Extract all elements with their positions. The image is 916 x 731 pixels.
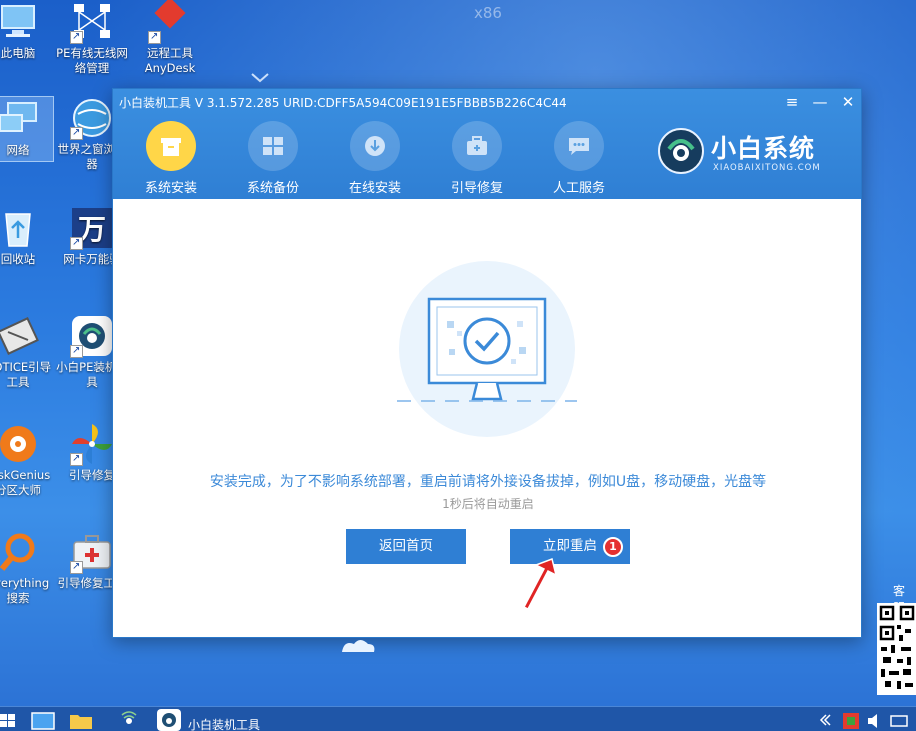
desktop-icon-network[interactable]: 网络	[0, 96, 54, 162]
xiaobai-logo-icon	[70, 314, 114, 358]
tab-label: 人工服务	[552, 181, 605, 196]
window-title: 小白装机工具 V 3.1.572.285 URID:CDFF5A594C09E1…	[119, 96, 567, 110]
anydesk-icon	[148, 0, 192, 44]
toolbox-icon	[452, 121, 502, 171]
start-icon[interactable]	[0, 709, 16, 731]
step-badge: 1	[603, 537, 623, 557]
cloud-icon	[342, 640, 375, 652]
brand-name: 小白系统	[711, 134, 816, 163]
qr-code-icon[interactable]	[877, 603, 916, 695]
tab-system-install[interactable]: 系统安装	[131, 121, 211, 196]
tab-label: 系统备份	[246, 181, 299, 196]
brand-subtitle: XIAOBAIXITONG.COM	[713, 163, 821, 173]
desktop-icon-recycle-bin[interactable]: 回收站	[0, 206, 54, 267]
desktop-icon-label: NOTICE引导工具	[0, 360, 52, 389]
desktop-icon-this-pc[interactable]: 此电脑	[0, 0, 54, 61]
tray-app-icon[interactable]	[842, 709, 860, 731]
brand: 小白系统 XIAOBAIXITONG.COM	[657, 127, 857, 177]
install-complete-illustration	[397, 261, 577, 437]
tab-boot-repair[interactable]: 引导修复	[437, 121, 517, 196]
first-aid-kit-icon	[70, 530, 114, 574]
return-home-button[interactable]: 返回首页	[346, 529, 466, 564]
computer-icon	[0, 0, 40, 44]
desktop-icon-label: 此电脑	[0, 46, 36, 60]
installer-window: 小白装机工具 V 3.1.572.285 URID:CDFF5A594C09E1…	[112, 88, 862, 638]
box-icon	[146, 121, 196, 171]
desktop-icon-label: 回收站	[0, 252, 36, 266]
network-topology-icon	[70, 0, 114, 44]
tab-label: 系统安装	[144, 181, 197, 196]
xiaobai-taskbar-icon[interactable]	[156, 709, 182, 731]
network-icon	[0, 97, 40, 141]
tray-expand-icon[interactable]	[818, 709, 832, 731]
pointer-arrow-icon	[522, 558, 558, 610]
desktop-icon-diskgenius[interactable]: DiskGenius分区大师	[0, 422, 54, 498]
volume-icon[interactable]	[866, 709, 884, 731]
globe-icon	[70, 96, 114, 140]
wan-icon: 万	[70, 206, 114, 250]
bootice-icon	[0, 314, 40, 358]
desktop-icon-label: DiskGenius分区大师	[0, 468, 51, 497]
desktop-icon-anydesk[interactable]: 远程工具AnyDesk	[134, 0, 206, 76]
chevron-down-icon	[251, 73, 269, 83]
taskbar	[0, 706, 916, 731]
chat-icon	[554, 121, 604, 171]
tab-system-backup[interactable]: 系统备份	[233, 121, 313, 196]
keyboard-icon[interactable]	[890, 709, 908, 731]
download-icon	[350, 121, 400, 171]
taskbar-app-label[interactable]: 小白装机工具	[188, 716, 260, 731]
desktop-icon[interactable]	[30, 709, 56, 731]
desktop-icon-network-manager[interactable]: PE有线无线网络管理	[56, 0, 128, 76]
minimize-button[interactable]: —	[809, 93, 831, 111]
network-manager-icon[interactable]	[116, 709, 142, 731]
desktop-icon-bootice[interactable]: NOTICE引导工具	[0, 314, 54, 390]
tab-human-service[interactable]: 人工服务	[539, 121, 619, 196]
desktop-icon-label: 网络	[6, 143, 30, 157]
desktop-icon-everything[interactable]: Everything搜索	[0, 530, 54, 606]
xiaobai-logo-icon	[658, 128, 704, 174]
close-button[interactable]: ✕	[837, 93, 859, 111]
desktop-icon-label: 远程工具AnyDesk	[144, 46, 196, 75]
desktop-icon-label: PE有线无线网络管理	[56, 46, 128, 75]
pinwheel-icon	[70, 422, 114, 466]
install-complete-message: 安装完成，为了不影响系统部署，重启前请将外接设备拔掉，例如U盘，移动硬盘，光盘等	[209, 474, 767, 490]
desktop-icon-label: Everything搜索	[0, 576, 50, 605]
arch-label: x86	[474, 4, 502, 22]
tab-label: 在线安装	[348, 181, 401, 196]
windows-icon	[248, 121, 298, 171]
tab-online-install[interactable]: 在线安装	[335, 121, 415, 196]
magnifier-icon	[0, 530, 40, 574]
menu-button[interactable]: ≡	[781, 93, 803, 111]
tab-label: 引导修复	[450, 181, 503, 196]
diskgenius-icon	[0, 422, 40, 466]
countdown-text: 1秒后将自动重启	[442, 497, 534, 511]
window-header: 小白装机工具 V 3.1.572.285 URID:CDFF5A594C09E1…	[113, 89, 861, 199]
folder-icon[interactable]	[68, 709, 94, 731]
recycle-bin-icon	[0, 206, 40, 250]
